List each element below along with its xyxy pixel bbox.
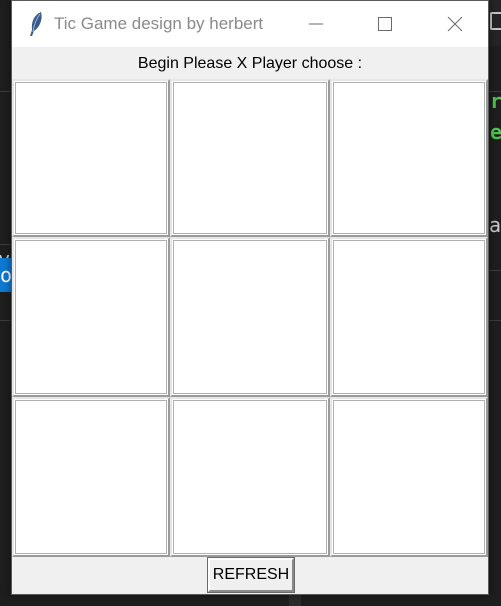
- board-cell-2[interactable]: [170, 79, 330, 237]
- game-board: [12, 79, 488, 557]
- maximize-button[interactable]: [362, 1, 408, 47]
- editor-divider: [489, 270, 501, 271]
- board-cell-7[interactable]: [12, 397, 170, 557]
- board-cell-1[interactable]: [12, 79, 170, 237]
- board-cell-3[interactable]: [330, 79, 488, 237]
- status-label: Begin Please X Player choose :: [137, 55, 363, 72]
- desktop: r e a y o Tic Game design by herbert: [0, 0, 501, 606]
- copy-icon[interactable]: [490, 12, 501, 30]
- board-cell-4[interactable]: [12, 237, 170, 397]
- close-button[interactable]: [432, 1, 478, 47]
- editor-text-fragment: e: [490, 120, 501, 144]
- title-bar[interactable]: Tic Game design by herbert: [12, 1, 488, 47]
- cell-mark: [17, 84, 165, 232]
- board-cell-5[interactable]: [170, 237, 330, 397]
- maximize-icon: [378, 17, 392, 31]
- board-cell-8[interactable]: [170, 397, 330, 557]
- cell-mark: [17, 402, 165, 552]
- close-icon: [447, 16, 463, 32]
- board-cell-6[interactable]: [330, 237, 488, 397]
- feather-icon: [28, 11, 44, 37]
- editor-divider: [0, 244, 11, 245]
- cell-mark: [175, 242, 325, 392]
- status-row: Begin Please X Player choose :: [12, 47, 488, 79]
- editor-text-fragment: a: [489, 213, 501, 237]
- cell-mark: [335, 402, 483, 552]
- minimize-button[interactable]: [292, 1, 338, 47]
- cell-mark: [335, 242, 483, 392]
- cell-mark: [175, 402, 325, 552]
- editor-divider: [489, 320, 501, 321]
- editor-divider: [0, 320, 11, 321]
- minimize-icon: [309, 23, 323, 25]
- game-window: Tic Game design by herbert Begin Please …: [11, 0, 489, 595]
- cell-mark: [17, 242, 165, 392]
- editor-text-fragment: r: [490, 89, 501, 113]
- cell-mark: [335, 84, 483, 232]
- refresh-button[interactable]: REFRESH: [207, 557, 295, 593]
- cell-mark: [175, 84, 325, 232]
- window-title: Tic Game design by herbert: [54, 14, 264, 33]
- board-cell-9[interactable]: [330, 397, 488, 557]
- editor-divider: [0, 91, 11, 92]
